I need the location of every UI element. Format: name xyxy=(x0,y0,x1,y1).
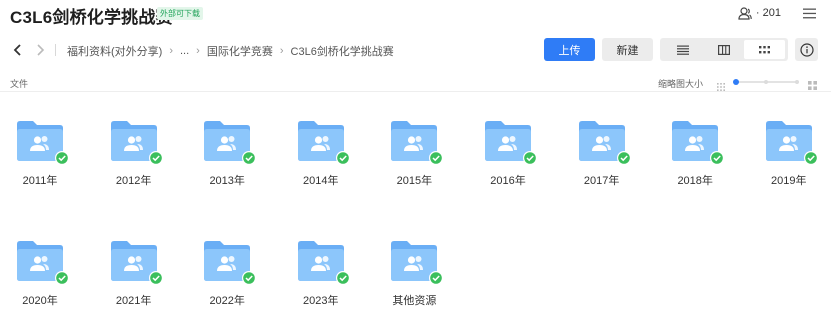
folder-name: 2016年 xyxy=(490,175,526,187)
shared-folder-icon xyxy=(672,121,725,165)
shared-folder-icon xyxy=(17,121,69,165)
folder-item[interactable]: 2022年 xyxy=(187,230,267,310)
folder-name: 2019年 xyxy=(771,175,807,187)
folder-name: 2020年 xyxy=(22,295,58,307)
chevron-right-icon[interactable] xyxy=(33,42,47,58)
folder-name: 2012年 xyxy=(115,175,152,187)
folder-item[interactable]: 2014年 xyxy=(281,110,361,190)
slider-handle[interactable] xyxy=(733,79,739,85)
grid-view-icon[interactable] xyxy=(744,40,785,59)
chevron-right-icon: › xyxy=(169,45,173,57)
shared-folder-icon xyxy=(297,121,350,165)
thumbnail-size-label: 缩略图大小 xyxy=(658,79,704,89)
folder-item[interactable]: 其他资源 xyxy=(374,230,454,310)
folder-item[interactable]: 2018年 xyxy=(655,110,735,190)
page-title: C3L6剑桥化学挑战赛 xyxy=(10,8,173,27)
shared-folder-icon xyxy=(204,241,257,285)
shared-folder-icon xyxy=(204,121,257,165)
folder-name: 2018年 xyxy=(677,175,713,187)
folder-item[interactable]: 2021年 xyxy=(94,230,174,310)
shared-folder-icon xyxy=(297,241,350,285)
breadcrumb: 福利资料(对外分享) › ... › 国际化学竞赛 › C3L6剑桥化学挑战赛 xyxy=(67,43,394,59)
folder-item[interactable]: 2015年 xyxy=(374,110,454,190)
slider-step xyxy=(764,80,768,84)
shared-folder-icon xyxy=(578,121,631,165)
new-button[interactable]: 新建 xyxy=(602,38,653,61)
list-header: 文件 缩略图大小 xyxy=(0,74,831,92)
folder-grid: 2011年 2012年 2013年 2014年 2015年 2016年 2017年 2018年… xyxy=(0,110,831,316)
toolbar: 福利资料(对外分享) › ... › 国际化学竞赛 › C3L6剑桥化学挑战赛 … xyxy=(0,36,831,64)
shared-folder-icon xyxy=(110,121,163,165)
hamburger-menu-icon[interactable] xyxy=(801,5,817,21)
shared-folder-icon xyxy=(765,121,818,165)
member-count: · 201 xyxy=(755,7,781,19)
folder-name: 2022年 xyxy=(209,295,245,307)
breadcrumb-current: C3L6剑桥化学挑战赛 xyxy=(290,46,394,58)
folder-name: 2017年 xyxy=(583,175,620,187)
shared-folder-icon xyxy=(391,121,444,165)
view-switcher xyxy=(660,38,788,61)
folder-item[interactable]: 2017年 xyxy=(562,110,642,190)
slider-step xyxy=(795,80,799,84)
chevron-right-icon: › xyxy=(196,45,200,57)
list-view-icon[interactable] xyxy=(662,40,703,59)
folder-item[interactable]: 2013年 xyxy=(187,110,267,190)
upload-button[interactable]: 上传 xyxy=(544,38,595,61)
folder-item[interactable]: 2020年 xyxy=(0,230,80,310)
chevron-right-icon: › xyxy=(279,45,284,57)
folder-item[interactable]: 2019年 xyxy=(749,110,829,190)
column-view-icon[interactable] xyxy=(703,40,744,59)
folder-name: 2021年 xyxy=(115,295,152,307)
folder-name: 2011年 xyxy=(22,175,58,187)
members-button[interactable]: · 201 xyxy=(738,5,781,21)
column-label-file: 文件 xyxy=(10,79,29,89)
breadcrumb-item[interactable]: 福利资料(对外分享) xyxy=(67,43,162,59)
shared-folder-icon xyxy=(391,241,444,285)
small-thumbnail-icon[interactable] xyxy=(717,78,725,96)
divider xyxy=(55,44,56,56)
folder-item[interactable]: 2023年 xyxy=(281,230,361,310)
shared-folder-icon xyxy=(110,241,163,285)
shared-folder-icon xyxy=(17,241,69,285)
info-icon[interactable] xyxy=(795,38,818,61)
shared-folder-icon xyxy=(485,121,537,165)
thumbnail-size-slider[interactable] xyxy=(733,79,799,85)
folder-item[interactable]: 2016年 xyxy=(468,110,548,190)
folder-name: 2023年 xyxy=(303,295,339,307)
folder-name: 2014年 xyxy=(303,175,339,187)
folder-name: 其他资源 xyxy=(392,295,437,307)
breadcrumb-item[interactable]: 国际化学竞赛 xyxy=(207,43,273,59)
large-thumbnail-icon[interactable] xyxy=(808,77,817,95)
header: C3L6剑桥化学挑战赛 外部可下载 · 201 xyxy=(0,0,831,28)
external-download-badge: 外部可下载 xyxy=(157,7,203,20)
chevron-left-icon[interactable] xyxy=(10,42,24,58)
folder-name: 2013年 xyxy=(209,175,245,187)
folder-item[interactable]: 2011年 xyxy=(0,110,80,190)
users-icon xyxy=(738,6,752,20)
folder-item[interactable]: 2012年 xyxy=(94,110,174,190)
folder-name: 2015年 xyxy=(396,175,433,187)
breadcrumb-item[interactable]: ... xyxy=(180,45,189,57)
